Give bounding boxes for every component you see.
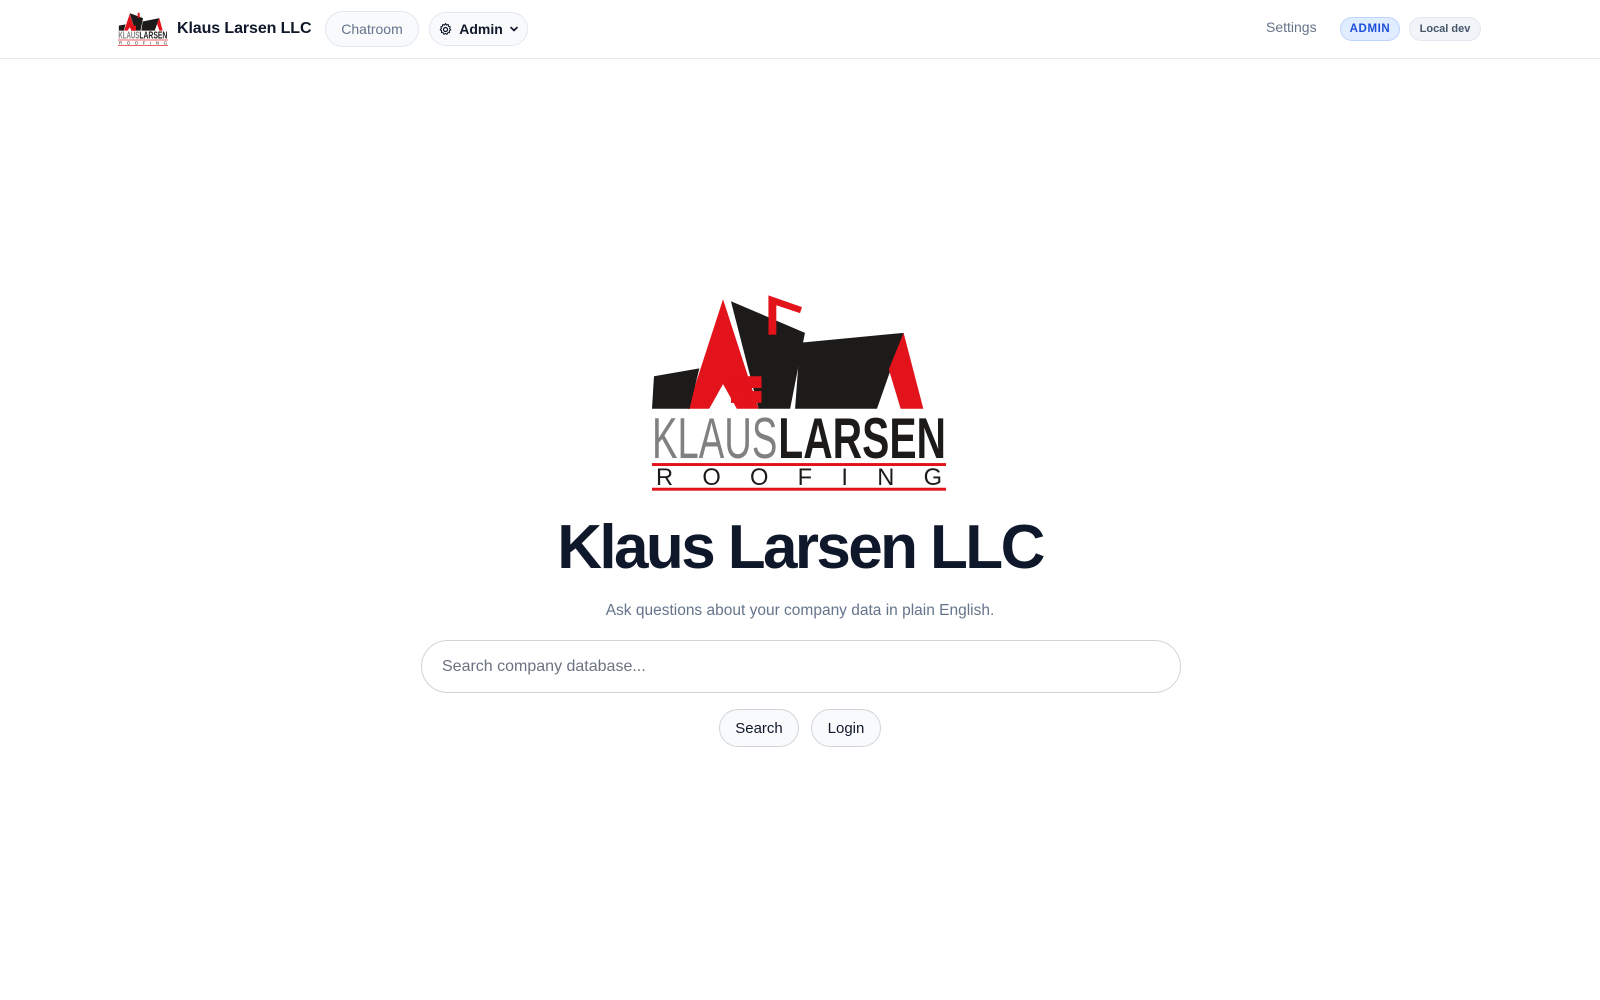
brand-name: Klaus Larsen LLC [177,20,312,37]
svg-text:KLAUS: KLAUS [652,407,777,471]
nav-admin-dropdown[interactable]: Admin [429,12,528,46]
search-button[interactable]: Search [719,709,799,747]
chevron-down-icon [509,26,518,32]
search-input[interactable] [421,640,1181,693]
brand-home-link[interactable]: KLAUS LARSEN ROOFING Klaus Larsen LLC [118,10,312,48]
top-navigation-bar: KLAUS LARSEN ROOFING Klaus Larsen LLC Ch… [0,0,1600,59]
page-subtitle: Ask questions about your company data in… [605,602,995,619]
nav-chatroom-button[interactable]: Chatroom [325,11,419,47]
company-logo-small: KLAUS LARSEN ROOFING [118,12,168,46]
environment-badge: Local dev [1409,17,1481,41]
nav-settings-link[interactable]: Settings [1266,19,1317,35]
login-button[interactable]: Login [811,709,881,747]
page-title: Klaus Larsen LLC [557,513,1045,582]
nav-admin-label: Admin [459,21,503,37]
nav-chatroom-label: Chatroom [341,21,403,37]
gear-icon [439,22,452,35]
svg-text:LARSEN: LARSEN [778,407,946,471]
role-badge: ADMIN [1340,17,1400,41]
company-logo: KLAUS LARSEN ROOFING [652,295,947,491]
